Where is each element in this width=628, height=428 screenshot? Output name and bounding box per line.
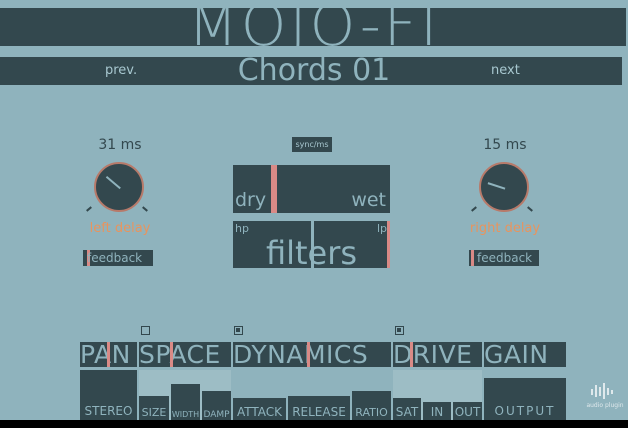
left-feedback-slider[interactable]: feedback bbox=[83, 250, 153, 266]
module-dynamics-label: DYNAMICS bbox=[233, 342, 369, 367]
module-drive: DRIVE bbox=[393, 342, 482, 367]
hp-label: hp bbox=[235, 222, 249, 235]
dynamics-enable-checkbox[interactable] bbox=[234, 326, 243, 335]
knob-max-tick bbox=[142, 206, 148, 212]
dry-wet-handle[interactable] bbox=[271, 165, 277, 213]
module-space-label: SPACE bbox=[139, 342, 221, 367]
space-marker[interactable] bbox=[170, 342, 173, 367]
space-enable-checkbox[interactable] bbox=[141, 326, 150, 335]
attack-label: ATTACK bbox=[236, 405, 283, 419]
module-pan: PAN bbox=[80, 342, 137, 367]
wet-label: wet bbox=[351, 189, 386, 211]
stereo-label: STEREO bbox=[84, 404, 133, 418]
dynamics-marker[interactable] bbox=[307, 342, 310, 367]
module-gain-label: GAIN bbox=[484, 342, 549, 367]
dry-wet-slider[interactable]: dry wet bbox=[233, 165, 390, 213]
right-feedback-slider[interactable]: feedback bbox=[469, 250, 539, 266]
knob-indicator bbox=[105, 176, 121, 190]
plugin-window: MOJO-FI Chords 01 prev. next 31 ms left … bbox=[0, 0, 628, 420]
next-preset-button[interactable]: next bbox=[491, 63, 520, 78]
app-logo: MOJO-FI bbox=[187, 0, 441, 59]
hp-filter-slider[interactable]: hp bbox=[233, 221, 311, 268]
right-feedback-handle[interactable] bbox=[471, 250, 474, 266]
ratio-label: RATIO bbox=[355, 406, 388, 419]
width-label: WIDTH bbox=[171, 410, 200, 419]
size-label: SIZE bbox=[141, 406, 167, 419]
out-label: OUT bbox=[454, 405, 481, 419]
output-label: OUTPUT bbox=[494, 404, 556, 418]
sync-ms-toggle[interactable]: sync/ms bbox=[292, 137, 332, 152]
pan-marker[interactable] bbox=[107, 342, 110, 367]
knob-indicator bbox=[487, 182, 506, 190]
left-delay-knob[interactable] bbox=[94, 162, 144, 212]
sat-label: SAT bbox=[395, 405, 419, 419]
knob-min-tick bbox=[471, 206, 477, 212]
right-delay-knob[interactable] bbox=[479, 162, 529, 212]
module-drive-label: DRIVE bbox=[393, 342, 473, 367]
lp-label: lp bbox=[376, 222, 387, 235]
module-space: SPACE bbox=[139, 342, 231, 367]
module-pan-label: PAN bbox=[80, 342, 131, 367]
knob-min-tick bbox=[86, 206, 92, 212]
release-label: RELEASE bbox=[292, 405, 346, 419]
knob-max-tick bbox=[527, 206, 533, 212]
left-delay-value: 31 ms bbox=[98, 137, 142, 153]
drive-enable-checkbox[interactable] bbox=[395, 326, 404, 335]
in-label: IN bbox=[430, 405, 444, 419]
module-dynamics: DYNAMICS bbox=[233, 342, 391, 367]
module-gain: GAIN bbox=[484, 342, 566, 367]
drive-marker[interactable] bbox=[410, 342, 413, 367]
lp-filter-handle[interactable] bbox=[387, 221, 390, 268]
watermark: audio plugin bbox=[585, 382, 625, 409]
waveform-icon bbox=[591, 383, 613, 399]
left-feedback-label: feedback bbox=[87, 251, 143, 265]
prev-preset-button[interactable]: prev. bbox=[105, 63, 137, 78]
right-delay-value: 15 ms bbox=[483, 137, 527, 153]
right-feedback-label: feedback bbox=[477, 251, 533, 265]
watermark-text: audio plugin bbox=[586, 402, 624, 409]
dry-label: dry bbox=[235, 189, 267, 211]
preset-name[interactable]: Chords 01 bbox=[0, 54, 628, 88]
left-delay-label: left delay bbox=[89, 221, 151, 236]
damp-label: DAMP bbox=[203, 410, 230, 420]
right-delay-label: right delay bbox=[469, 221, 541, 236]
lp-filter-slider[interactable]: lp bbox=[314, 221, 390, 268]
